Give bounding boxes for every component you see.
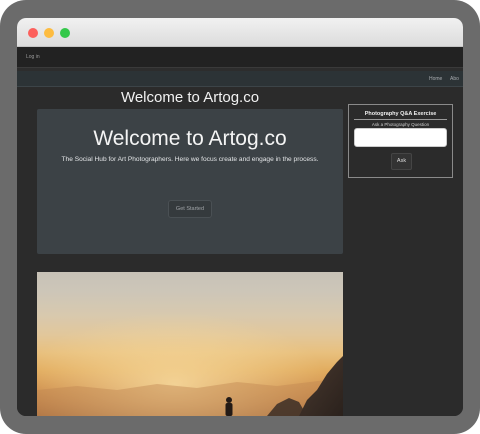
ask-button[interactable]: Ask xyxy=(391,153,412,170)
qa-panel-divider xyxy=(354,119,447,120)
hero-photo xyxy=(37,272,343,416)
question-input[interactable] xyxy=(354,128,447,147)
hero-section: Welcome to Artog.co The Social Hub for A… xyxy=(37,109,343,254)
minimize-window-icon[interactable] xyxy=(44,28,54,38)
qa-panel: Photography Q&A Exercise Ask a Photograp… xyxy=(348,104,453,178)
hero-title: Welcome to Artog.co xyxy=(93,127,287,150)
navbar: Home Abo xyxy=(17,71,463,87)
page-content: Welcome to Artog.co Welcome to Artog.co … xyxy=(17,87,463,416)
person-silhouette xyxy=(225,397,233,416)
qa-panel-title: Photography Q&A Exercise xyxy=(364,111,437,117)
get-started-button[interactable]: Get Started xyxy=(168,200,212,218)
window-content: Log in Home Abo Welcome to Artog.co Welc… xyxy=(17,18,463,416)
login-link[interactable]: Log in xyxy=(26,54,40,60)
nav-link-about[interactable]: Abo xyxy=(450,76,459,82)
sunset-hill-photo-icon xyxy=(37,272,343,416)
top-bar: Log in xyxy=(17,47,463,68)
maximize-window-icon[interactable] xyxy=(60,28,70,38)
hero-subtitle: The Social Hub for Art Photographers. He… xyxy=(61,156,319,163)
page-title: Welcome to Artog.co xyxy=(120,89,260,106)
title-bar xyxy=(17,18,463,47)
browser-window: Log in Home Abo Welcome to Artog.co Welc… xyxy=(0,0,480,434)
nav-link-home[interactable]: Home xyxy=(429,76,442,82)
close-window-icon[interactable] xyxy=(28,28,38,38)
question-label: Ask a Photography Question xyxy=(371,122,430,127)
